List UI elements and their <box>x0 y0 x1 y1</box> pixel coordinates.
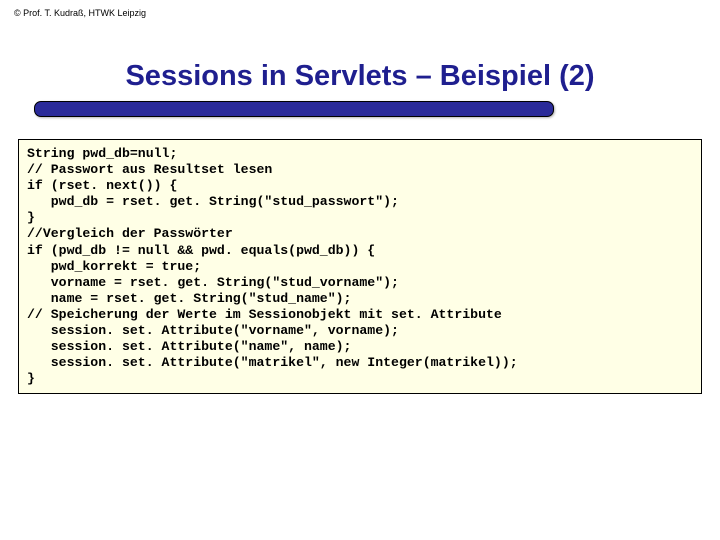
code-content: String pwd_db=null; // Passwort aus Resu… <box>27 146 693 387</box>
title-underline <box>34 101 554 117</box>
slide-title: Sessions in Servlets – Beispiel (2) <box>0 60 720 93</box>
copyright-text: © Prof. T. Kudraß, HTWK Leipzig <box>0 0 720 18</box>
title-underline-bar <box>34 101 554 117</box>
code-box: String pwd_db=null; // Passwort aus Resu… <box>18 139 702 394</box>
